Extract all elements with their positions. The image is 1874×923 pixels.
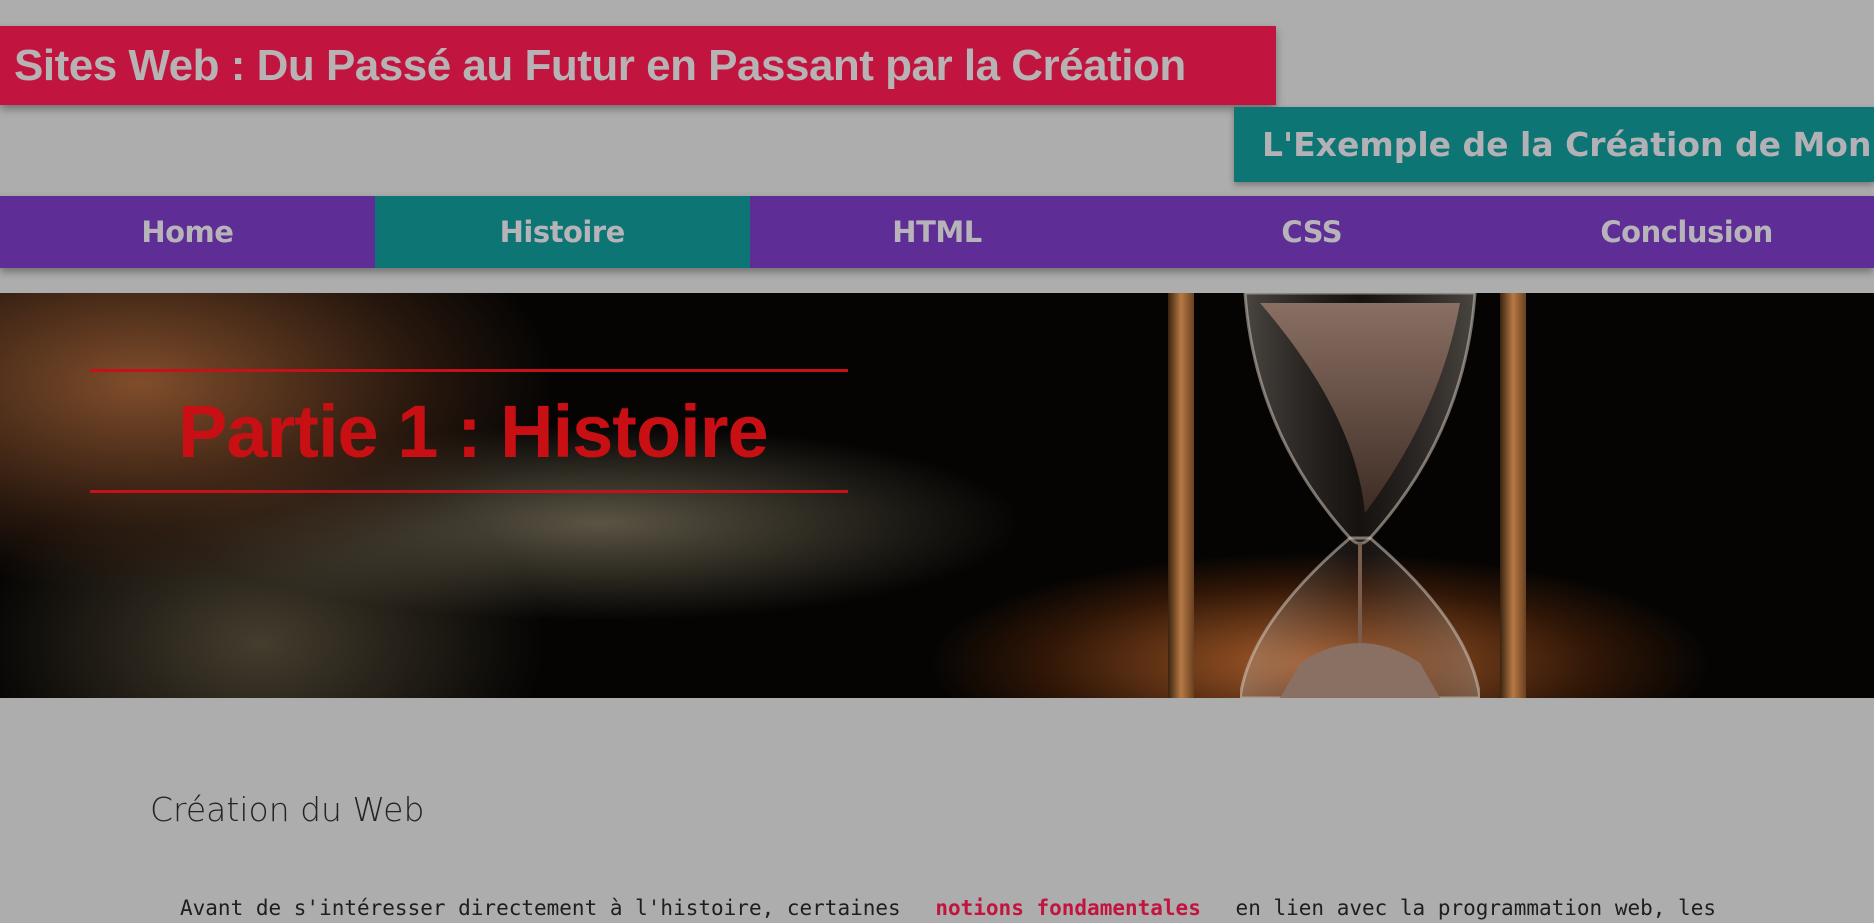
hero-heading: Partie 1 : Histoire: [178, 389, 769, 473]
site-title-banner: Sites Web : Du Passé au Futur en Passant…: [0, 26, 1276, 105]
nav-item-label: CSS: [1281, 215, 1343, 249]
nav-item-label: HTML: [892, 215, 982, 249]
subtitle-banner: L'Exemple de la Création de Mon Site: [1234, 107, 1874, 182]
site-title: Sites Web : Du Passé au Futur en Passant…: [14, 40, 1186, 90]
nav-item-css[interactable]: CSS: [1124, 196, 1499, 268]
notions-fondamentales-link[interactable]: notions fondamentales: [935, 896, 1201, 920]
nav-item-label: Histoire: [499, 215, 626, 249]
intro-text-start: Avant de s'intéresser directement à l'hi…: [180, 896, 901, 920]
hourglass-frame-right: [1500, 293, 1526, 698]
hero-heading-frame: Partie 1 : Histoire: [90, 369, 848, 493]
nav-item-label: Home: [141, 215, 234, 249]
nav-item-label: Conclusion: [1600, 215, 1773, 249]
main-nav: Home Histoire HTML CSS Conclusion: [0, 196, 1874, 268]
nav-item-html[interactable]: HTML: [750, 196, 1125, 268]
hourglass-frame-left: [1168, 293, 1194, 698]
section-title: Création du Web: [150, 790, 425, 829]
nav-item-conclusion[interactable]: Conclusion: [1499, 196, 1874, 268]
intro-text-end: en lien avec la programmation web, les: [1235, 896, 1716, 920]
nav-item-histoire[interactable]: Histoire: [374, 196, 750, 268]
hero-banner: Partie 1 : Histoire: [0, 293, 1874, 698]
hourglass-icon: [1240, 293, 1480, 698]
nav-item-home[interactable]: Home: [0, 196, 375, 268]
site-subtitle: L'Exemple de la Création de Mon Site: [1262, 125, 1874, 164]
intro-paragraph: Avant de s'intéresser directement à l'hi…: [180, 896, 1716, 920]
